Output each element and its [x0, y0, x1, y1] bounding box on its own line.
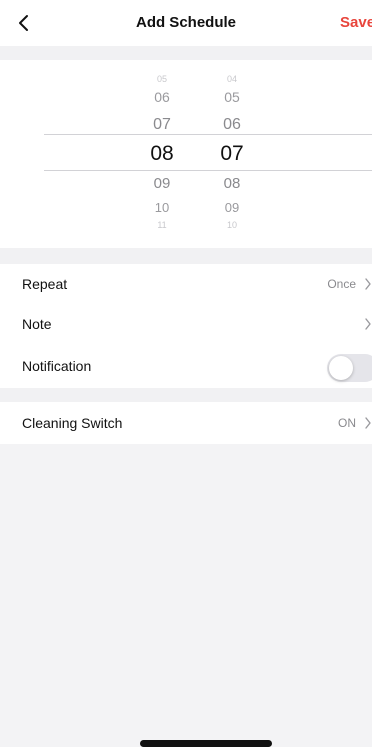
save-button[interactable]: Save: [340, 14, 372, 31]
minute-option[interactable]: 06: [212, 116, 252, 134]
section-gap: [0, 248, 372, 264]
toggle-knob: [329, 356, 353, 380]
minute-option[interactable]: 05: [212, 89, 252, 105]
nav-bar: Add Schedule Save: [0, 0, 372, 46]
minute-option[interactable]: 10: [212, 220, 252, 230]
note-row[interactable]: Note: [0, 304, 372, 344]
minute-option[interactable]: 04: [212, 74, 252, 84]
repeat-row[interactable]: Repeat Once: [0, 264, 372, 304]
chevron-right-icon: [365, 278, 371, 290]
notification-toggle[interactable]: [327, 354, 372, 382]
minute-option-selected[interactable]: 07: [212, 142, 252, 166]
hour-option-selected[interactable]: 08: [142, 142, 182, 166]
settings-list: Repeat Once Note Notification: [0, 264, 372, 388]
page-title: Add Schedule: [135, 14, 236, 31]
hour-option[interactable]: 07: [142, 116, 182, 134]
minute-option[interactable]: 09: [212, 200, 252, 215]
hour-option[interactable]: 05: [142, 74, 182, 84]
picker-selection-bottom-line: [44, 170, 372, 171]
chevron-right-icon: [365, 318, 371, 330]
minute-option[interactable]: 08: [212, 175, 252, 192]
section-gap: [0, 388, 372, 402]
cleaning-switch-label: Cleaning Switch: [22, 415, 123, 431]
chevron-right-icon: [365, 417, 371, 429]
cleaning-switch-value: ON: [338, 416, 356, 430]
time-picker[interactable]: 05 06 07 08 09 10 11 04 05 06 07 08 09 1…: [0, 60, 372, 248]
notification-row: Notification: [0, 346, 372, 386]
hour-option[interactable]: 10: [142, 200, 182, 215]
hour-option[interactable]: 11: [142, 220, 182, 230]
picker-selection-top-line: [44, 134, 372, 135]
cleaning-section: Cleaning Switch ON: [0, 402, 372, 444]
note-label: Note: [22, 316, 52, 332]
section-gap: [0, 46, 372, 60]
cleaning-switch-row[interactable]: Cleaning Switch ON: [0, 403, 372, 443]
hour-option[interactable]: 09: [142, 175, 182, 192]
home-indicator[interactable]: [140, 740, 272, 747]
repeat-label: Repeat: [22, 276, 68, 292]
hour-option[interactable]: 06: [142, 89, 182, 105]
repeat-value: Once: [327, 277, 356, 291]
notification-label: Notification: [22, 358, 92, 374]
